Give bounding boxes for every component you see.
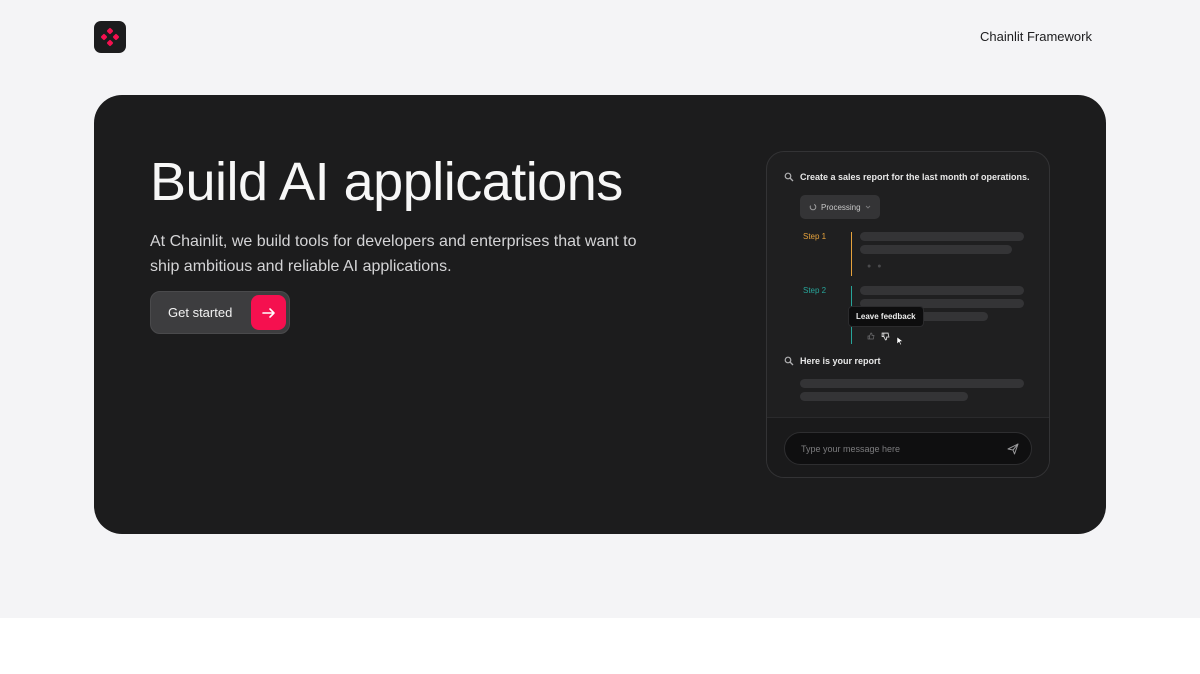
get-started-label: Get started bbox=[168, 305, 233, 320]
step-2-label: Step 2 bbox=[803, 286, 827, 295]
get-started-button[interactable]: Get started bbox=[150, 291, 290, 334]
thumbs-down-icon[interactable] bbox=[881, 332, 890, 341]
step-1-label: Step 1 bbox=[803, 232, 827, 241]
user-message-text: Create a sales report for the last month… bbox=[800, 172, 1030, 182]
hero-card: Build AI applications At Chainlit, we bu… bbox=[94, 95, 1106, 534]
cursor-pointer-icon bbox=[896, 336, 904, 346]
thumbs-up-icon[interactable] bbox=[867, 332, 875, 340]
search-icon bbox=[784, 172, 794, 182]
processing-chip[interactable]: Processing bbox=[800, 195, 880, 219]
chat-mockup: Create a sales report for the last month… bbox=[766, 151, 1050, 478]
message-input-container[interactable] bbox=[784, 432, 1032, 465]
step-1-feedback-dots: ●● bbox=[867, 263, 888, 270]
assistant-message-text: Here is your report bbox=[800, 356, 881, 366]
chainlit-logo[interactable] bbox=[94, 21, 126, 53]
processing-label: Processing bbox=[821, 202, 861, 212]
spinner-icon bbox=[809, 203, 817, 211]
leave-feedback-tooltip: Leave feedback bbox=[848, 306, 924, 327]
chevron-down-icon bbox=[865, 205, 870, 209]
nav-link-chainlit-framework[interactable]: Chainlit Framework bbox=[980, 29, 1092, 44]
step-1-placeholder-bar bbox=[860, 245, 1012, 254]
hero-title: Build AI applications bbox=[150, 152, 623, 212]
step-1-placeholder-bar bbox=[860, 232, 1024, 241]
user-message: Create a sales report for the last month… bbox=[784, 172, 1030, 182]
search-icon bbox=[784, 356, 794, 366]
report-placeholder-bar bbox=[800, 392, 968, 401]
report-placeholder-bar bbox=[800, 379, 1024, 388]
hero-subtitle: At Chainlit, we build tools for develope… bbox=[150, 233, 637, 275]
chainlit-logo-icon bbox=[100, 27, 120, 47]
send-icon[interactable] bbox=[1006, 442, 1020, 456]
assistant-message: Here is your report bbox=[784, 356, 881, 366]
step-2-placeholder-bar bbox=[860, 286, 1024, 295]
step-1-line bbox=[851, 232, 852, 276]
arrow-right-icon bbox=[251, 295, 286, 330]
message-input[interactable] bbox=[801, 443, 991, 454]
feedback-row bbox=[867, 332, 904, 346]
